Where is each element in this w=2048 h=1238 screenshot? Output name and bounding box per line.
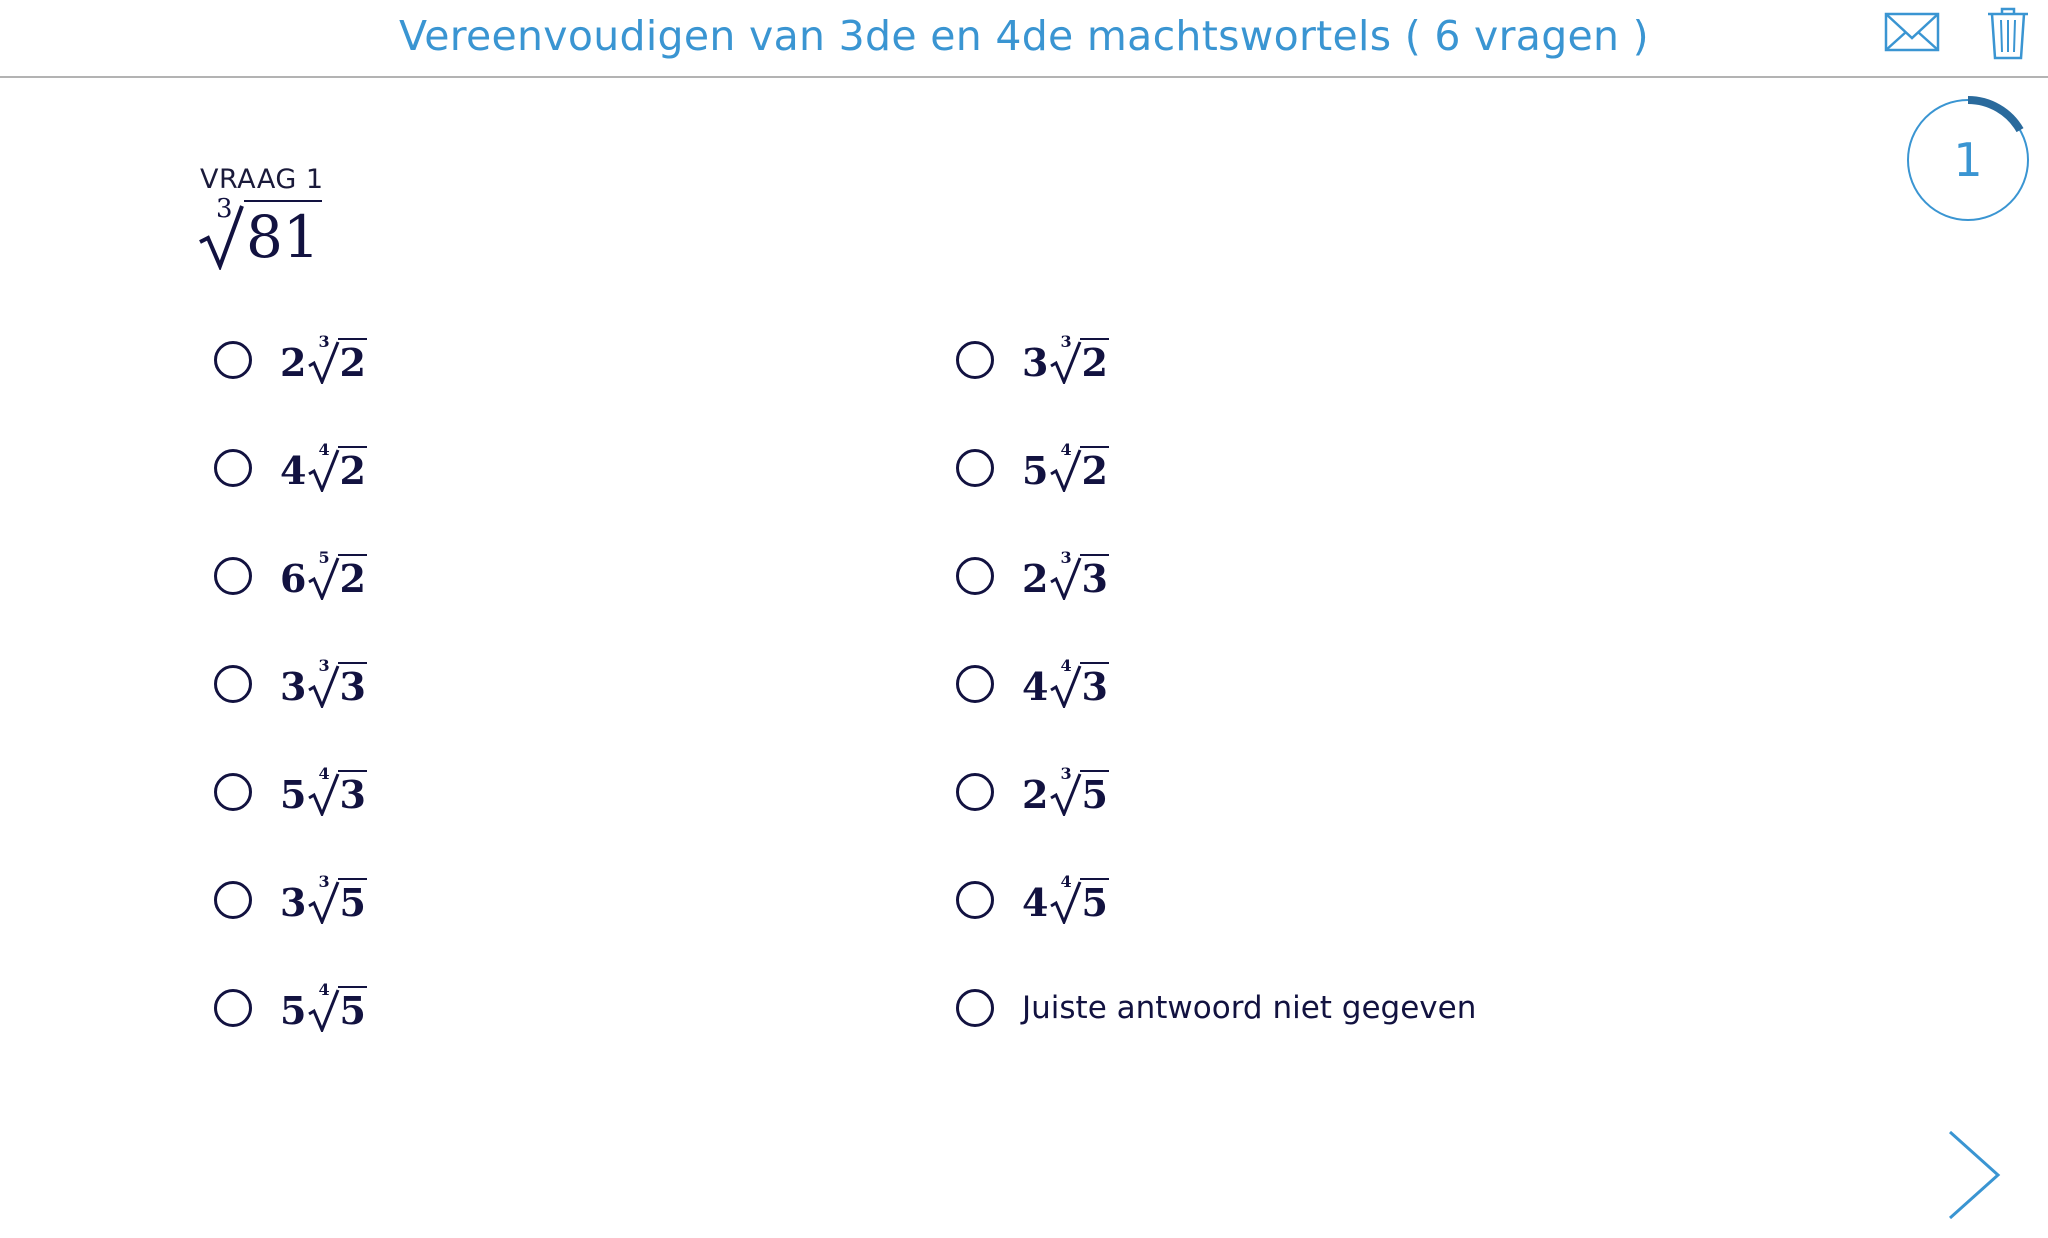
coefficient: 2 [1022, 556, 1049, 601]
answer-option[interactable]: 652 [214, 548, 367, 604]
coefficient: 2 [1022, 772, 1049, 817]
coefficient: 4 [1022, 880, 1049, 925]
root-index: 4 [1060, 872, 1072, 891]
radio-button[interactable] [956, 881, 994, 919]
radio-button[interactable] [956, 341, 994, 379]
radicand: 2 [1080, 446, 1109, 493]
radicand: 3 [1080, 554, 1109, 601]
radio-button[interactable] [214, 989, 252, 1027]
option-root: 442 [280, 442, 367, 493]
answer-option[interactable]: 333 [214, 656, 367, 712]
radio-button[interactable] [214, 665, 252, 703]
option-root: 445 [1022, 874, 1109, 925]
radio-button[interactable] [214, 341, 252, 379]
root-index: 3 [318, 656, 330, 675]
radicand: 2 [338, 338, 367, 385]
radicand: 5 [1080, 770, 1109, 817]
coefficient: 5 [280, 988, 307, 1033]
option-root: 652 [280, 550, 367, 601]
question-root: 3 81 [198, 196, 322, 270]
coefficient: 4 [280, 448, 307, 493]
root-index: 3 [1060, 548, 1072, 567]
radio-button[interactable] [214, 773, 252, 811]
coefficient: 3 [1022, 340, 1049, 385]
option-root: 232 [280, 334, 367, 385]
answer-option[interactable]: 335 [214, 872, 367, 928]
radicand: 2 [338, 554, 367, 601]
coefficient: 2 [280, 340, 307, 385]
question-number: 1 [1953, 133, 1983, 187]
coefficient: 3 [280, 880, 307, 925]
root-index: 4 [1060, 440, 1072, 459]
answer-option[interactable]: 442 [214, 440, 367, 496]
radicand: 5 [338, 986, 367, 1033]
root-index: 3 [318, 332, 330, 351]
answer-option[interactable]: 233 [956, 548, 1109, 604]
question-expression: 3 81 [198, 196, 322, 270]
coefficient: 5 [280, 772, 307, 817]
radio-button[interactable] [956, 449, 994, 487]
root-index: 3 [1060, 332, 1072, 351]
radicand: 2 [338, 446, 367, 493]
root-index: 4 [318, 980, 330, 999]
radicand: 5 [1080, 878, 1109, 925]
radio-button[interactable] [214, 557, 252, 595]
option-root: 545 [280, 982, 367, 1033]
root-index: 4 [318, 764, 330, 783]
answer-option[interactable]: 232 [214, 332, 367, 388]
chevron-right-icon[interactable] [1946, 1130, 2002, 1224]
answer-option[interactable]: 543 [214, 764, 367, 820]
option-root: 233 [1022, 550, 1109, 601]
radio-button[interactable] [956, 989, 994, 1027]
coefficient: 6 [280, 556, 307, 601]
envelope-icon[interactable] [1884, 8, 1940, 58]
answer-option[interactable]: 542 [956, 440, 1109, 496]
radio-button[interactable] [956, 665, 994, 703]
root-index: 3 [216, 194, 233, 224]
quiz-title: Vereenvoudigen van 3de en 4de machtswort… [399, 12, 1649, 60]
answer-option[interactable]: 445 [956, 872, 1109, 928]
option-root: 542 [1022, 442, 1109, 493]
option-root: 333 [280, 658, 367, 709]
option-root: 332 [1022, 334, 1109, 385]
radicand: 81 [244, 200, 322, 266]
radicand: 3 [338, 662, 367, 709]
answer-option[interactable]: 443 [956, 656, 1109, 712]
radicand: 3 [1080, 662, 1109, 709]
answer-option[interactable]: Juiste antwoord niet gegeven [956, 980, 1476, 1036]
radicand: 2 [1080, 338, 1109, 385]
root-index: 3 [1060, 764, 1072, 783]
radio-button[interactable] [956, 557, 994, 595]
radicand: 5 [338, 878, 367, 925]
radicand: 3 [338, 770, 367, 817]
answer-option[interactable]: 332 [956, 332, 1109, 388]
option-root: 543 [280, 766, 367, 817]
question-progress-indicator: 1 [1904, 96, 2032, 224]
radio-button[interactable] [956, 773, 994, 811]
option-text: Juiste antwoord niet gegeven [1022, 990, 1477, 1026]
radio-button[interactable] [214, 449, 252, 487]
trash-icon[interactable] [1986, 6, 2030, 64]
option-root: 235 [1022, 766, 1109, 817]
option-root: 335 [280, 874, 367, 925]
root-index: 4 [1060, 656, 1072, 675]
option-root: 443 [1022, 658, 1109, 709]
header-bar: Vereenvoudigen van 3de en 4de machtswort… [0, 0, 2048, 78]
answer-option[interactable]: 235 [956, 764, 1109, 820]
question-label: VRAAG 1 [200, 164, 324, 195]
radio-button[interactable] [214, 881, 252, 919]
coefficient: 3 [280, 664, 307, 709]
root-index: 4 [318, 440, 330, 459]
root-index: 3 [318, 872, 330, 891]
answer-option[interactable]: 545 [214, 980, 367, 1036]
coefficient: 4 [1022, 664, 1049, 709]
coefficient: 5 [1022, 448, 1049, 493]
root-index: 5 [318, 548, 330, 567]
